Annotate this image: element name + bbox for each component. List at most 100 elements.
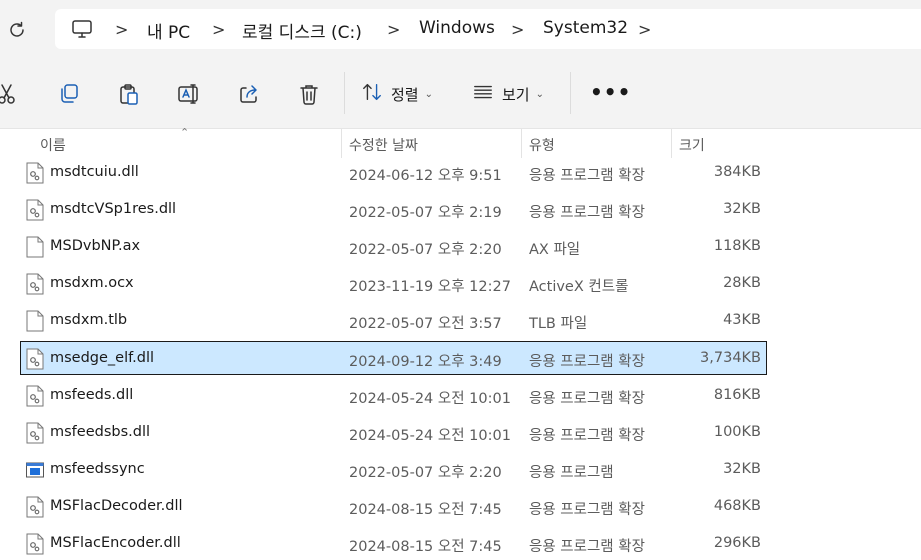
chevron-right-icon[interactable]: > <box>387 20 400 39</box>
share-icon[interactable] <box>237 82 261 106</box>
file-date: 2024-06-12 오후 9:51 <box>349 168 502 184</box>
file-date: 2022-05-07 오전 3:57 <box>349 316 502 333</box>
file-date: 2022-05-07 오후 2:19 <box>349 205 502 222</box>
chevron-right-icon[interactable]: > <box>212 20 225 39</box>
chevron-right-icon[interactable]: > <box>511 20 524 39</box>
file-type: 응용 프로그램 확장 <box>529 353 645 370</box>
file-date: 2022-05-07 오후 2:20 <box>349 242 502 259</box>
file-type: 응용 프로그램 확장 <box>529 539 645 555</box>
dll-icon <box>26 533 44 555</box>
file-size: 816KB <box>713 386 761 403</box>
file-date: 2024-08-15 오전 7:45 <box>349 539 502 555</box>
more-options-icon[interactable]: ••• <box>590 80 631 104</box>
delete-icon[interactable] <box>297 82 321 106</box>
table-row[interactable]: msfeedsbs.dll 2024-05-24 오전 10:01 응용 프로그… <box>20 415 767 449</box>
file-name: msfeedssync <box>50 460 145 477</box>
view-label: 보기 <box>502 85 530 104</box>
file-size: 32KB <box>723 201 761 218</box>
dll-icon <box>26 199 44 221</box>
refresh-icon[interactable] <box>6 19 28 41</box>
column-header-name[interactable]: 이름 <box>40 135 66 155</box>
file-type: AX 파일 <box>529 242 581 259</box>
column-headers: ⌃ 이름 수정한 날짜 유형 크기 <box>0 126 921 158</box>
file-type: 응용 프로그램 확장 <box>529 427 645 444</box>
cut-icon[interactable] <box>0 82 20 106</box>
view-button[interactable]: 보기 ⌄ <box>472 80 544 108</box>
breadcrumb[interactable]: > 내 PC > 로컬 디스크 (C:) > Windows > System3… <box>55 9 921 49</box>
breadcrumb-item-my-pc[interactable]: 내 PC <box>147 18 190 43</box>
table-row[interactable]: msedge_elf.dll 2024-09-12 오후 3:49 응용 프로그… <box>20 340 767 375</box>
chevron-right-icon[interactable]: > <box>115 20 128 39</box>
table-row[interactable]: msdtcVSp1res.dll 2022-05-07 오후 2:19 응용 프… <box>20 192 767 226</box>
file-size: 384KB <box>713 164 761 180</box>
file-size: 32KB <box>723 460 761 477</box>
table-row[interactable]: MSFlacDecoder.dll 2024-08-15 오전 7:45 응용 … <box>20 489 767 523</box>
sort-ascending-icon: ⌃ <box>180 126 190 139</box>
chevron-down-icon: ⌄ <box>424 88 433 100</box>
chevron-down-icon: ⌄ <box>535 88 544 100</box>
dll-icon <box>26 162 44 184</box>
toolbar-divider <box>344 72 345 114</box>
dll-icon <box>26 348 44 370</box>
dll-icon <box>26 273 44 295</box>
file-date: 2024-08-15 오전 7:45 <box>349 501 502 518</box>
file-type: 응용 프로그램 <box>529 464 614 481</box>
file-size: 3,734KB <box>700 349 761 366</box>
table-row[interactable]: MSFlacEncoder.dll 2024-08-15 오전 7:45 응용 … <box>20 526 767 560</box>
file-size: 468KB <box>713 497 761 514</box>
file-name: msfeeds.dll <box>50 386 134 403</box>
copy-icon[interactable] <box>57 82 81 106</box>
file-name: msedge_elf.dll <box>50 349 155 366</box>
file-type: TLB 파일 <box>529 316 588 333</box>
file-name: MSFlacDecoder.dll <box>50 497 183 514</box>
command-bar: 정렬 ⌄ 보기 ⌄ ••• <box>0 58 921 129</box>
file-type: 응용 프로그램 확장 <box>529 390 645 407</box>
file-name: msdxm.ocx <box>50 275 134 292</box>
computer-icon[interactable] <box>71 18 93 40</box>
file-name: msdtcVSp1res.dll <box>50 201 177 218</box>
file-size: 100KB <box>713 423 761 440</box>
file-date: 2024-09-12 오후 3:49 <box>349 353 502 370</box>
file-name: msfeedsbs.dll <box>50 423 151 440</box>
table-row[interactable]: msfeedssync 2022-05-07 오후 2:20 응용 프로그램 3… <box>20 452 767 486</box>
file-name: MSDvbNP.ax <box>50 238 141 255</box>
table-row[interactable]: msdxm.tlb 2022-05-07 오전 3:57 TLB 파일 43KB <box>20 303 767 337</box>
address-area: > 내 PC > 로컬 디스크 (C:) > Windows > System3… <box>0 0 921 58</box>
file-type: ActiveX 컨트롤 <box>529 279 629 296</box>
column-divider[interactable] <box>521 129 522 158</box>
breadcrumb-item-system32[interactable]: System32 <box>543 18 628 38</box>
file-date: 2023-11-19 오후 12:27 <box>349 279 511 296</box>
dll-icon <box>26 496 44 518</box>
breadcrumb-item-local-disk[interactable]: 로컬 디스크 (C:) <box>242 18 362 43</box>
column-divider[interactable] <box>341 129 342 158</box>
table-row[interactable]: msfeeds.dll 2024-05-24 오전 10:01 응용 프로그램 … <box>20 378 767 412</box>
table-row[interactable]: msdxm.ocx 2023-11-19 오후 12:27 ActiveX 컨트… <box>20 266 767 300</box>
sort-button[interactable]: 정렬 ⌄ <box>361 80 433 108</box>
file-date: 2024-05-24 오전 10:01 <box>349 390 511 407</box>
file-type: 응용 프로그램 확장 <box>529 501 645 518</box>
file-name: MSFlacEncoder.dll <box>50 535 181 551</box>
column-divider[interactable] <box>671 129 672 158</box>
exe-icon <box>26 459 44 481</box>
file-name: msdxm.tlb <box>50 312 128 329</box>
breadcrumb-item-windows[interactable]: Windows <box>419 18 495 38</box>
table-row[interactable]: MSDvbNP.ax 2022-05-07 오후 2:20 AX 파일 118K… <box>20 229 767 263</box>
dll-icon <box>26 385 44 407</box>
sort-label: 정렬 <box>391 85 419 104</box>
file-icon <box>26 310 44 332</box>
rename-icon[interactable] <box>177 82 201 106</box>
file-icon <box>26 236 44 258</box>
paste-icon[interactable] <box>117 82 141 106</box>
view-list-icon <box>472 81 502 107</box>
file-size: 28KB <box>723 275 761 292</box>
file-size: 296KB <box>713 535 761 551</box>
table-row[interactable]: msdtcuiu.dll 2024-06-12 오후 9:51 응용 프로그램 … <box>20 155 767 189</box>
file-size: 118KB <box>713 238 761 255</box>
column-header-date[interactable]: 수정한 날짜 <box>349 135 418 155</box>
column-header-size[interactable]: 크기 <box>679 135 705 155</box>
sort-icon <box>361 81 391 107</box>
chevron-right-icon[interactable]: > <box>638 20 651 39</box>
toolbar-divider <box>570 72 571 114</box>
file-date: 2024-05-24 오전 10:01 <box>349 427 511 444</box>
column-header-type[interactable]: 유형 <box>529 135 555 155</box>
